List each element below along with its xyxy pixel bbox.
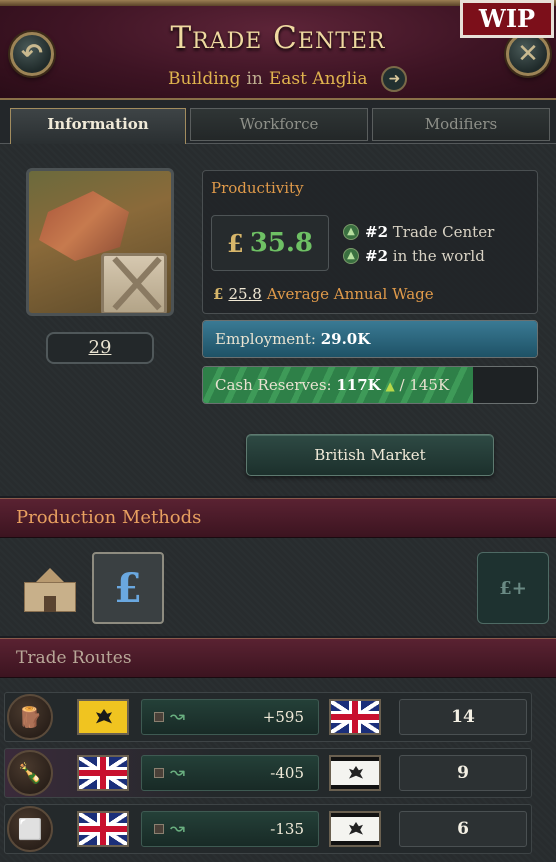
productivity-value: 35.8 xyxy=(249,228,314,258)
productivity-panel: Productivity £ 35.8 ▲ #2 Trade Center ▲ … xyxy=(202,170,538,314)
information-panel: 29 Productivity £ 35.8 ▲ #2 Trade Center… xyxy=(0,144,556,496)
tab-information[interactable]: Information xyxy=(10,108,186,144)
route-flow[interactable]: ↝ -135 xyxy=(141,811,319,847)
rank-building: ▲ #2 Trade Center xyxy=(343,223,494,241)
pound-icon: £ xyxy=(213,285,224,303)
tab-bar: Information Workforce Modifiers xyxy=(0,100,556,144)
uk-flag-icon[interactable] xyxy=(77,811,129,847)
uk-flag-icon[interactable] xyxy=(329,699,381,735)
route-amount: -135 xyxy=(270,820,304,838)
building-subtitle: Building in East Anglia ➜ xyxy=(168,66,408,92)
close-icon: ✕ xyxy=(517,39,539,69)
production-methods-area: £ £+ xyxy=(0,538,556,636)
building-level[interactable]: 29 xyxy=(46,332,154,364)
close-button[interactable]: ✕ xyxy=(506,32,550,76)
cash-reserves-bar[interactable]: Cash Reserves: 117K ▲ / 145K xyxy=(202,366,538,404)
route-amount: -405 xyxy=(270,764,304,782)
average-wage: £ 25.8 Average Annual Wage xyxy=(213,285,434,303)
tab-workforce[interactable]: Workforce xyxy=(190,108,368,141)
route-flow[interactable]: ↝ -405 xyxy=(141,755,319,791)
rank-number: #2 xyxy=(365,223,389,241)
trade-route-row[interactable]: ⬜ ↝ -135 6 xyxy=(4,804,532,854)
trade-routes-list: 🪵 ↝ +595 14 🍾 ↝ -405 9 ⬜ ↝ -135 6 xyxy=(0,678,556,862)
market-button[interactable]: British Market xyxy=(246,434,494,476)
trade-route-row[interactable]: 🪵 ↝ +595 14 xyxy=(4,692,532,742)
pm-selected-symbol: £ xyxy=(114,564,142,612)
route-level: 14 xyxy=(399,699,527,735)
rank-label: in the world xyxy=(392,247,485,265)
flow-arrow-icon: ↝ xyxy=(170,818,186,839)
prussia-flag-icon[interactable] xyxy=(329,811,381,847)
liquor-icon: 🍾 xyxy=(7,750,53,796)
rank-number: #2 xyxy=(365,247,389,265)
cash-label: Cash Reserves: xyxy=(215,376,332,394)
flow-arrow-icon: ↝ xyxy=(170,762,186,783)
route-level: 6 xyxy=(399,811,527,847)
route-level: 9 xyxy=(399,755,527,791)
prussia-flag-icon[interactable] xyxy=(329,755,381,791)
state-link[interactable]: East Anglia xyxy=(269,69,368,89)
building-illustration xyxy=(39,191,129,261)
tab-modifiers[interactable]: Modifiers xyxy=(372,108,550,141)
goods-mini-icon xyxy=(154,824,164,834)
rank-world: ▲ #2 in the world xyxy=(343,247,485,265)
wood-icon: 🪵 xyxy=(7,694,53,740)
increase-icon: ▲ xyxy=(385,379,395,393)
cash-value: 117K xyxy=(336,376,381,394)
goods-mini-icon xyxy=(154,712,164,722)
route-flow[interactable]: ↝ +595 xyxy=(141,699,319,735)
employment-value: 29.0K xyxy=(320,330,371,348)
production-methods-header: Production Methods xyxy=(0,498,556,538)
pound-icon: £ xyxy=(226,228,244,258)
pound-hand-icon[interactable]: £ xyxy=(92,552,164,624)
uk-flag-icon[interactable] xyxy=(77,755,129,791)
rank-up-icon: ▲ xyxy=(343,248,359,264)
building-image xyxy=(26,168,174,316)
market-hall-icon[interactable] xyxy=(22,564,78,614)
flow-arrow-icon: ↝ xyxy=(170,706,186,727)
rank-label: Trade Center xyxy=(392,223,495,241)
subtitle-in: in xyxy=(246,69,263,89)
arrow-right-icon: ➜ xyxy=(388,71,401,87)
rank-up-icon: ▲ xyxy=(343,224,359,240)
building-type: Building xyxy=(168,69,241,89)
goto-location-button[interactable]: ➜ xyxy=(381,66,408,92)
trade-routes-header: Trade Routes xyxy=(0,638,556,678)
crate-icon xyxy=(101,253,167,313)
employment-label: Employment: xyxy=(215,330,316,348)
productivity-label: Productivity xyxy=(211,179,304,197)
goods-mini-icon xyxy=(154,768,164,778)
pound-plus-icon: £+ xyxy=(499,577,527,599)
add-production-method-button[interactable]: £+ xyxy=(477,552,549,624)
wage-value[interactable]: 25.8 xyxy=(228,285,261,303)
cash-max: / 145K xyxy=(399,376,450,394)
route-amount: +595 xyxy=(262,708,304,726)
austria-flag-icon[interactable] xyxy=(77,699,129,735)
wip-badge: WIP xyxy=(460,0,554,38)
trade-route-row[interactable]: 🍾 ↝ -405 9 xyxy=(4,748,532,798)
iron-icon: ⬜ xyxy=(7,806,53,852)
productivity-value-box[interactable]: £ 35.8 xyxy=(211,215,329,271)
wage-label: Average Annual Wage xyxy=(266,285,434,303)
employment-bar[interactable]: Employment: 29.0K xyxy=(202,320,538,358)
